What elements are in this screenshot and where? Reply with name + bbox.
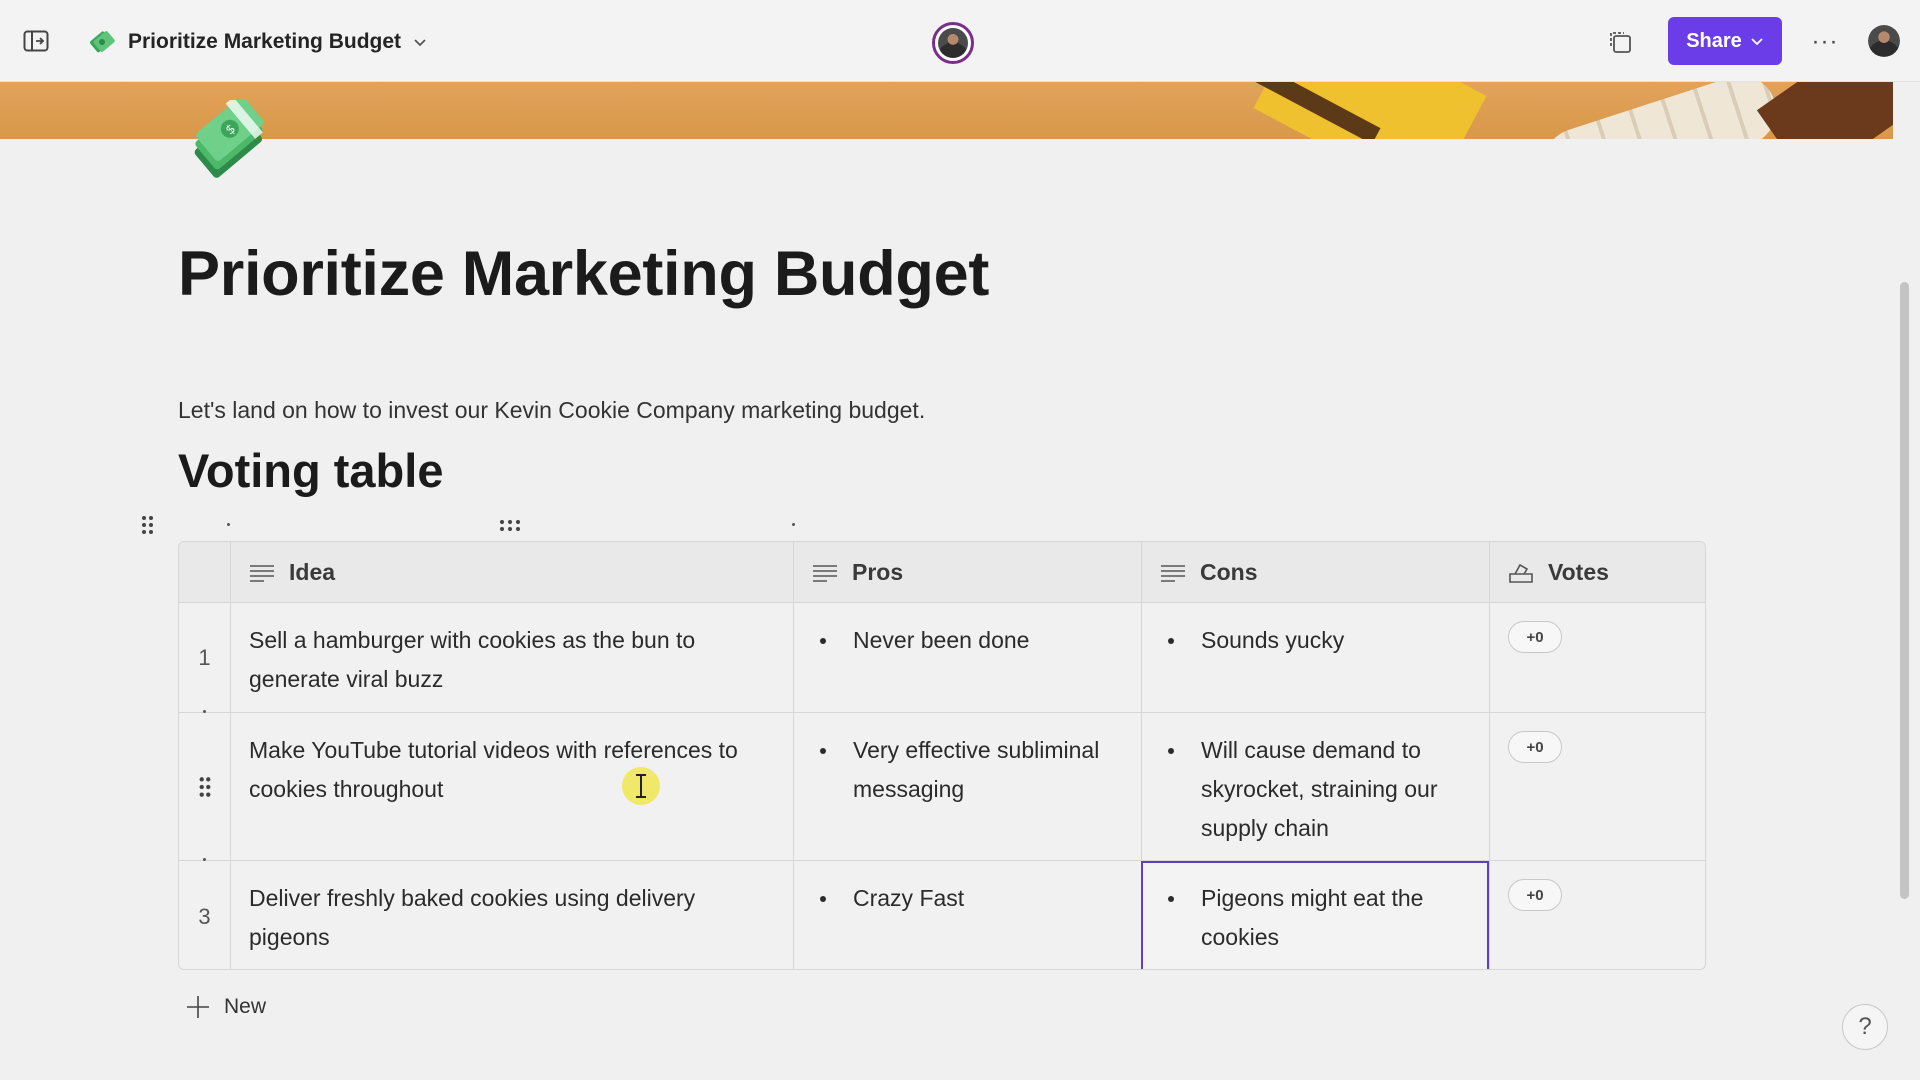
pros-item: Never been done	[818, 621, 1123, 660]
cover-banner	[0, 82, 1893, 139]
plus-icon	[187, 996, 209, 1018]
cons-cell-selected[interactable]: Pigeons might eat the cookies	[1141, 861, 1489, 969]
copy-component-button[interactable]	[1604, 26, 1636, 58]
idea-cell[interactable]: Sell a hamburger with cookies as the bun…	[230, 603, 793, 712]
column-header-pros[interactable]: Pros	[793, 542, 1141, 603]
row-number: 3	[198, 903, 211, 929]
more-options-button[interactable]: ···	[1808, 26, 1842, 58]
cons-item: Sounds yucky	[1166, 621, 1471, 660]
votes-cell: +0	[1489, 603, 1705, 712]
table-row: Make YouTube tutorial videos with refere…	[179, 713, 1705, 861]
row-drag-handle-icon[interactable]	[197, 775, 213, 799]
column-header-votes[interactable]: Votes	[1489, 542, 1705, 603]
column-header-cons[interactable]: Cons	[1141, 542, 1489, 603]
text-cursor-icon	[622, 767, 660, 805]
money-emoji-icon	[90, 31, 115, 53]
pros-cell[interactable]: Very effective subliminal messaging	[793, 713, 1141, 860]
page-title: Prioritize Marketing Budget	[178, 239, 989, 309]
row-number: 1	[198, 645, 211, 670]
page-description[interactable]: Let's land on how to invest our Kevin Co…	[178, 397, 925, 424]
pros-item: Crazy Fast	[818, 879, 1123, 918]
table-header: Idea Pros Cons Votes	[179, 542, 1705, 603]
doc-title: Prioritize Marketing Budget	[128, 30, 402, 53]
sidebar-toggle-icon	[23, 30, 49, 52]
cons-cell[interactable]: Will cause demand to skyrocket, strainin…	[1141, 713, 1489, 860]
votes-cell: +0	[1489, 713, 1705, 860]
vertical-scrollbar[interactable]	[1900, 282, 1909, 899]
help-button[interactable]: ?	[1842, 1004, 1888, 1050]
share-button[interactable]: Share	[1668, 17, 1782, 65]
idea-cell[interactable]: Deliver freshly baked cookies using deli…	[230, 861, 793, 969]
share-label: Share	[1686, 29, 1742, 52]
pros-item: Very effective subliminal messaging	[818, 731, 1123, 809]
table-row: 3 Deliver freshly baked cookies using de…	[179, 861, 1705, 969]
cons-cell[interactable]: Sounds yucky	[1141, 603, 1489, 712]
vote-button[interactable]: +0	[1508, 879, 1562, 911]
column-drag-handle[interactable]	[498, 518, 522, 532]
voting-table: Idea Pros Cons Votes 1 Sell a hamburger …	[178, 541, 1706, 970]
vote-button[interactable]: +0	[1508, 731, 1562, 763]
text-lines-icon	[1161, 564, 1185, 582]
new-row-label: New	[224, 995, 267, 1018]
chevron-down-icon	[414, 39, 426, 47]
pros-cell[interactable]: Crazy Fast	[793, 861, 1141, 969]
drag-handle-icon	[142, 516, 153, 534]
add-new-row-button[interactable]: New	[186, 990, 266, 1024]
idea-cell[interactable]: Make YouTube tutorial videos with refere…	[230, 713, 793, 860]
sidebar-toggle-button[interactable]	[20, 26, 52, 56]
vote-button[interactable]: +0	[1508, 621, 1562, 653]
table-row: 1 Sell a hamburger with cookies as the b…	[179, 603, 1705, 713]
pros-cell[interactable]: Never been done	[793, 603, 1141, 712]
idea-text: Deliver freshly baked cookies using deli…	[249, 885, 696, 950]
votes-cell: +0	[1489, 861, 1705, 969]
row-number	[179, 713, 230, 860]
idea-text: Make YouTube tutorial videos with refere…	[249, 737, 738, 802]
top-bar: Prioritize Marketing Budget Share ···	[0, 0, 1920, 82]
column-header-label: Idea	[289, 559, 336, 585]
doc-title-menu[interactable]: Prioritize Marketing Budget	[88, 24, 427, 60]
help-icon: ?	[1858, 1013, 1872, 1040]
column-header-label: Pros	[852, 559, 904, 585]
column-header-label: Votes	[1548, 559, 1609, 585]
user-face-icon	[1868, 25, 1900, 57]
cons-item: Will cause demand to skyrocket, strainin…	[1166, 731, 1471, 848]
idea-text: Sell a hamburger with cookies as the bun…	[249, 627, 696, 692]
section-heading: Voting table	[178, 444, 444, 497]
text-lines-icon	[250, 564, 274, 582]
text-lines-icon	[813, 564, 837, 582]
copy-icon	[1610, 32, 1631, 53]
chevron-down-icon	[1751, 38, 1763, 46]
column-header-idea[interactable]: Idea	[230, 542, 793, 603]
page-emoji-icon[interactable]: $	[182, 96, 278, 186]
more-options-icon: ···	[1811, 28, 1839, 55]
user-avatar[interactable]	[1868, 25, 1900, 57]
collaborator-face-icon	[938, 28, 968, 58]
column-header-label: Cons	[1200, 559, 1258, 585]
block-drag-handle[interactable]	[139, 514, 157, 536]
drag-handle-icon	[500, 520, 520, 531]
collaborator-avatar[interactable]	[932, 22, 974, 64]
ballot-box-icon	[1509, 563, 1533, 583]
cons-item: Pigeons might eat the cookies	[1166, 879, 1471, 957]
